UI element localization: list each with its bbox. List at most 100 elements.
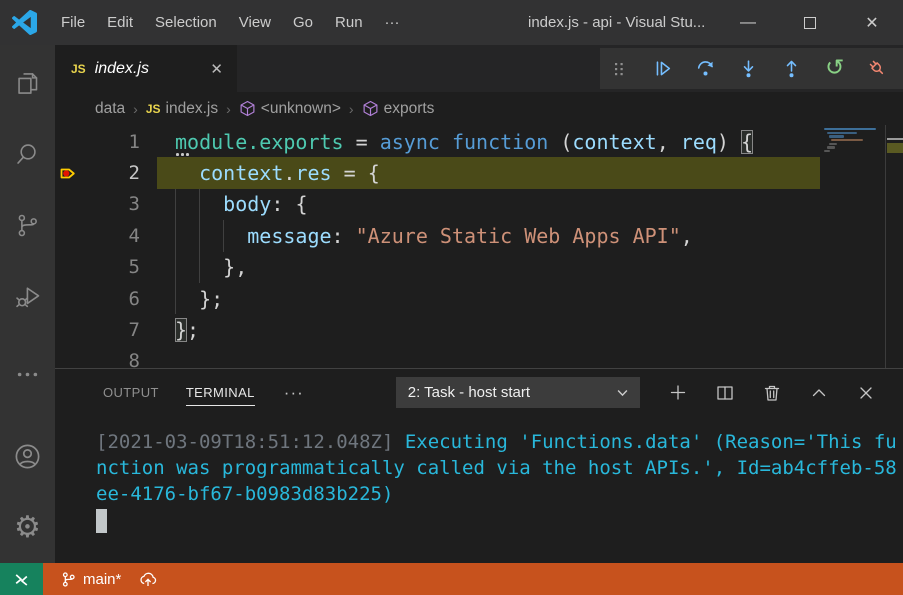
activity-source-control-icon[interactable] [0, 190, 55, 261]
panel-tab-output[interactable]: OUTPUT [103, 380, 159, 405]
title-bar: FileEditSelectionViewGoRun··· index.js -… [0, 0, 903, 45]
terminal-select[interactable]: 2: Task - host start [396, 377, 640, 408]
breadcrumb-item[interactable]: <unknown> [239, 100, 341, 118]
panel-more-icon[interactable]: ··· [284, 383, 304, 403]
debug-disconnect-icon[interactable] [867, 58, 889, 80]
status-bar: main* [0, 563, 903, 595]
symbol-namespace-icon [239, 100, 256, 117]
breadcrumb-separator: › [226, 101, 231, 117]
window-title: index.js - api - Visual Stu... [528, 0, 705, 45]
menu-selection[interactable]: Selection [144, 0, 228, 45]
js-file-icon: JS [71, 62, 86, 76]
panel-tab-terminal[interactable]: TERMINAL [186, 380, 255, 406]
new-terminal-icon[interactable] [668, 383, 688, 403]
line-number: 4 [95, 225, 157, 247]
code-line-3[interactable]: 3 body: { [55, 189, 820, 220]
split-terminal-icon[interactable] [715, 383, 735, 403]
editor-tab-bar: JS index.js ✕ ↺ [55, 45, 903, 92]
indent-guide [199, 189, 200, 283]
overview-ruler[interactable] [885, 125, 903, 368]
branch-status-item[interactable]: main* [60, 571, 121, 588]
activity-more-icon[interactable] [0, 354, 55, 394]
terminal-output[interactable]: [2021-03-09T18:51:12.048Z] Executing 'Fu… [55, 416, 903, 563]
tab-index-js[interactable]: JS index.js ✕ [55, 45, 237, 92]
line-number: 2 [95, 162, 157, 184]
debug-step-over-icon[interactable] [694, 58, 716, 80]
debug-toolbar: ↺ [600, 48, 903, 89]
code-line-5[interactable]: 5 }, [55, 252, 820, 283]
publish-status-item[interactable] [138, 570, 158, 588]
debug-gripper-icon [608, 58, 630, 80]
bottom-panel: OUTPUTTERMINAL ··· 2: Task - host start … [55, 368, 903, 563]
breadcrumb-separator: › [349, 101, 354, 117]
activity-settings-gear-icon[interactable]: ⚙ [0, 492, 55, 563]
code-editor[interactable]: 1module.exports = async function (contex… [55, 125, 903, 368]
maximize-icon [804, 17, 816, 29]
menu-edit[interactable]: Edit [96, 0, 144, 45]
activity-files-icon[interactable] [0, 48, 55, 119]
menu-[interactable]: ··· [374, 0, 411, 45]
menu-view[interactable]: View [228, 0, 282, 45]
panel-actions [668, 383, 903, 403]
panel-header: OUTPUT TERMINAL ··· 2: Task - host start [55, 369, 903, 416]
code-line-1[interactable]: 1module.exports = async function (contex… [55, 126, 820, 157]
line-number: 3 [95, 193, 157, 215]
debug-step-out-icon[interactable] [781, 58, 803, 80]
code-line-4[interactable]: 4 message: "Azure Static Web Apps API", [55, 220, 820, 251]
symbol-namespace-icon [362, 100, 379, 117]
vscode-logo-icon [12, 10, 37, 35]
chevron-down-icon [617, 389, 628, 397]
kill-terminal-icon[interactable] [762, 383, 782, 403]
maximize-button[interactable] [779, 0, 841, 45]
menu-run[interactable]: Run [324, 0, 374, 45]
activity-account-icon[interactable] [0, 421, 55, 492]
publish-cloud-icon [138, 570, 158, 588]
indent-guide [223, 220, 224, 251]
breadcrumb: data › JSindex.js › <unknown> › exports [55, 92, 903, 125]
current-breakpoint-icon[interactable] [55, 164, 95, 183]
close-panel-icon[interactable] [856, 383, 876, 403]
window-controls: — ✕ [717, 0, 903, 45]
breadcrumb-item[interactable]: exports [362, 100, 435, 118]
tab-close-icon[interactable]: ✕ [206, 58, 227, 80]
code-line-6[interactable]: 6 }; [55, 283, 820, 314]
menu-go[interactable]: Go [282, 0, 324, 45]
activity-run-and-debug-icon[interactable] [0, 261, 55, 332]
breadcrumb-item[interactable]: data [95, 100, 125, 118]
line-number: 1 [95, 131, 157, 153]
terminal-cursor [96, 509, 107, 533]
menu-bar: FileEditSelectionViewGoRun··· [50, 0, 411, 45]
code-line-7[interactable]: 7}; [55, 314, 820, 345]
minimize-icon: — [740, 14, 756, 32]
breadcrumb-item[interactable]: JSindex.js [146, 100, 218, 118]
vscode-window: FileEditSelectionViewGoRun··· index.js -… [0, 0, 903, 595]
code-line-2[interactable]: 2 context.res = { [55, 157, 820, 188]
activity-bar: ⚙ [0, 45, 55, 563]
debug-restart-icon[interactable]: ↺ [824, 58, 846, 80]
terminal-select-value: 2: Task - host start [408, 384, 530, 401]
hint-diagnostic-dots [176, 153, 179, 156]
source-control-branch-icon [60, 571, 77, 588]
js-icon: JS [146, 102, 161, 116]
activity-search-icon[interactable] [0, 119, 55, 190]
line-number: 7 [95, 319, 157, 341]
line-number: 5 [95, 256, 157, 278]
maximize-panel-icon[interactable] [809, 383, 829, 403]
close-button[interactable]: ✕ [841, 0, 903, 45]
debug-continue-icon[interactable] [651, 58, 673, 80]
indent-guide [175, 189, 176, 315]
minimap[interactable] [820, 128, 883, 154]
line-number: 8 [95, 350, 157, 368]
close-icon: ✕ [865, 13, 878, 33]
remote-indicator[interactable] [0, 563, 43, 595]
breadcrumb-separator: › [133, 101, 138, 117]
debug-step-into-icon[interactable] [737, 58, 759, 80]
tab-label: index.js [95, 60, 207, 78]
line-number: 6 [95, 288, 157, 310]
menu-file[interactable]: File [50, 0, 96, 45]
code-line-8[interactable]: 8 [55, 346, 820, 368]
remote-icon [13, 571, 30, 588]
terminal-text: [2021-03-09T18:51:12.048Z] Executing 'Fu… [96, 429, 901, 507]
minimize-button[interactable]: — [717, 0, 779, 45]
branch-name: main* [83, 571, 121, 588]
